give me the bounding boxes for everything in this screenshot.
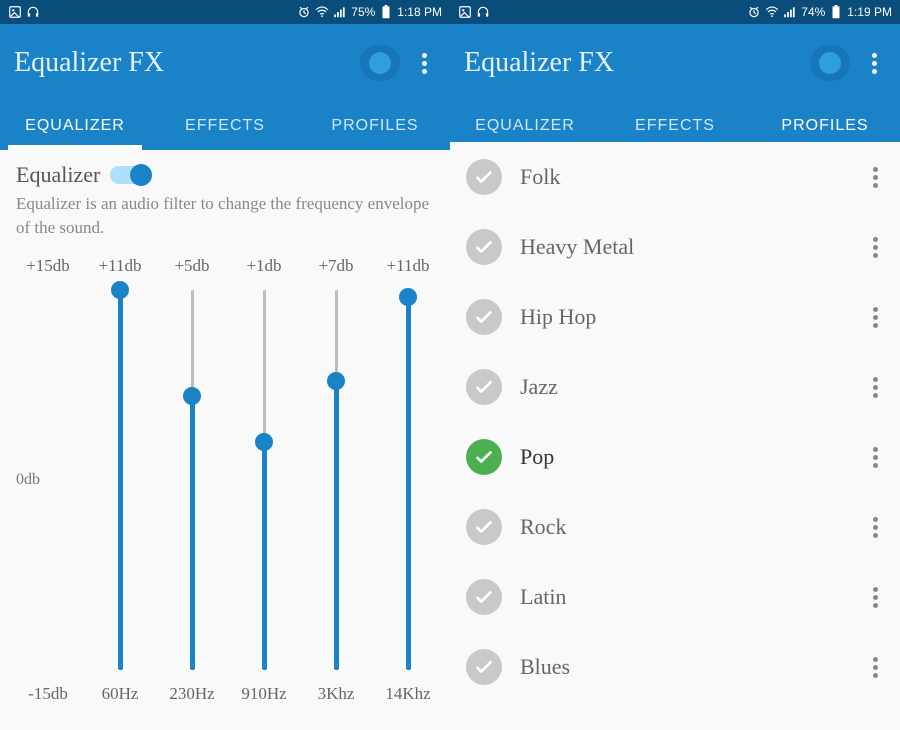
freq-label: 230Hz [156, 684, 228, 704]
battery-icon [829, 5, 843, 19]
toggle-thumb [130, 164, 152, 186]
image-icon [458, 5, 472, 19]
tab-label: EFFECTS [635, 117, 715, 135]
profile-name: Heavy Metal [520, 234, 848, 260]
screen-left: 75% 1:18 PM Equalizer FX EQUALIZER EFFEC… [0, 0, 450, 730]
profile-menu-icon[interactable] [866, 237, 884, 258]
profile-item[interactable]: Blues [450, 632, 900, 702]
signal-icon [333, 5, 347, 19]
profile-name: Pop [520, 444, 848, 470]
profiles-list[interactable]: Folk Heavy Metal Hip Hop Jazz Pop Rock Latin Bl… [450, 142, 900, 730]
profile-menu-icon[interactable] [866, 587, 884, 608]
status-bar: 74% 1:19 PM [450, 0, 900, 24]
band-slider-14khz[interactable] [372, 290, 444, 670]
tab-effects[interactable]: EFFECTS [150, 102, 300, 150]
app-bar: Equalizer FX [450, 24, 900, 102]
freq-label: 3Khz [300, 684, 372, 704]
alarm-icon [747, 5, 761, 19]
tab-equalizer[interactable]: EQUALIZER [0, 102, 150, 150]
profile-item[interactable]: Rock [450, 492, 900, 562]
profile-menu-icon[interactable] [866, 377, 884, 398]
profile-check-icon[interactable] [466, 229, 502, 265]
master-toggle[interactable] [360, 45, 400, 81]
screen-right: 74% 1:19 PM Equalizer FX EQUALIZER EFFEC… [450, 0, 900, 730]
sliders-area: 0db [0, 290, 450, 670]
tab-bar: EQUALIZER EFFECTS PROFILES [0, 102, 450, 150]
profile-check-icon[interactable] [466, 369, 502, 405]
db-label: +11db [372, 256, 444, 276]
db-label: +15db [12, 256, 84, 276]
profile-item[interactable]: Pop [450, 422, 900, 492]
tab-label: PROFILES [331, 117, 418, 135]
band-slider-60hz[interactable] [84, 290, 156, 670]
band-slider-230hz[interactable] [156, 290, 228, 670]
eq-section-title: Equalizer [16, 162, 100, 188]
headphones-icon [476, 5, 490, 19]
headphones-icon [26, 5, 40, 19]
profile-check-icon[interactable] [466, 439, 502, 475]
freq-label: 60Hz [84, 684, 156, 704]
profile-menu-icon[interactable] [866, 447, 884, 468]
tab-label: EQUALIZER [25, 117, 125, 135]
profile-name: Jazz [520, 374, 848, 400]
profile-check-icon[interactable] [466, 299, 502, 335]
app-bar: Equalizer FX [0, 24, 450, 102]
wifi-icon [765, 5, 779, 19]
db-label: +1db [228, 256, 300, 276]
profile-menu-icon[interactable] [866, 517, 884, 538]
overflow-menu-icon[interactable] [862, 53, 886, 74]
clock-time: 1:18 PM [397, 5, 442, 19]
tab-label: EFFECTS [185, 117, 265, 135]
master-toggle[interactable] [810, 45, 850, 81]
profile-name: Blues [520, 654, 848, 680]
battery-percentage: 75% [351, 5, 375, 19]
battery-icon [379, 5, 393, 19]
profile-check-icon[interactable] [466, 159, 502, 195]
min-db-label: -15db [12, 684, 84, 704]
eq-description: Equalizer is an audio filter to change t… [0, 192, 450, 250]
toggle-thumb [369, 52, 391, 74]
profile-name: Hip Hop [520, 304, 848, 330]
tab-label: EQUALIZER [475, 117, 575, 135]
app-title: Equalizer FX [14, 47, 164, 79]
profile-item[interactable]: Latin [450, 562, 900, 632]
profile-name: Rock [520, 514, 848, 540]
image-icon [8, 5, 22, 19]
freq-label: 910Hz [228, 684, 300, 704]
toggle-thumb [819, 52, 841, 74]
freq-label: 14Khz [372, 684, 444, 704]
battery-percentage: 74% [801, 5, 825, 19]
tab-profiles[interactable]: PROFILES [300, 102, 450, 150]
profile-menu-icon[interactable] [866, 307, 884, 328]
profile-check-icon[interactable] [466, 509, 502, 545]
profile-name: Latin [520, 584, 848, 610]
profile-item[interactable]: Folk [450, 142, 900, 212]
equalizer-panel: Equalizer Equalizer is an audio filter t… [0, 150, 450, 730]
profile-item[interactable]: Heavy Metal [450, 212, 900, 282]
profile-check-icon[interactable] [466, 579, 502, 615]
profile-check-icon[interactable] [466, 649, 502, 685]
db-label: +7db [300, 256, 372, 276]
eq-toggle[interactable] [110, 166, 150, 184]
clock-time: 1:19 PM [847, 5, 892, 19]
band-slider-3khz[interactable] [300, 290, 372, 670]
profile-menu-icon[interactable] [866, 657, 884, 678]
wifi-icon [315, 5, 329, 19]
freq-labels-row: -15db 60Hz 230Hz 910Hz 3Khz 14Khz [0, 670, 450, 712]
profile-item[interactable]: Hip Hop [450, 282, 900, 352]
tab-label: PROFILES [781, 117, 868, 135]
alarm-icon [297, 5, 311, 19]
db-label: +5db [156, 256, 228, 276]
db-label: +11db [84, 256, 156, 276]
profile-name: Folk [520, 164, 848, 190]
overflow-menu-icon[interactable] [412, 53, 436, 74]
signal-icon [783, 5, 797, 19]
profile-item[interactable]: Jazz [450, 352, 900, 422]
db-labels-row: +15db +11db +5db +1db +7db +11db [0, 250, 450, 290]
app-title: Equalizer FX [464, 47, 614, 79]
profile-menu-icon[interactable] [866, 167, 884, 188]
band-slider-910hz[interactable] [228, 290, 300, 670]
status-bar: 75% 1:18 PM [0, 0, 450, 24]
